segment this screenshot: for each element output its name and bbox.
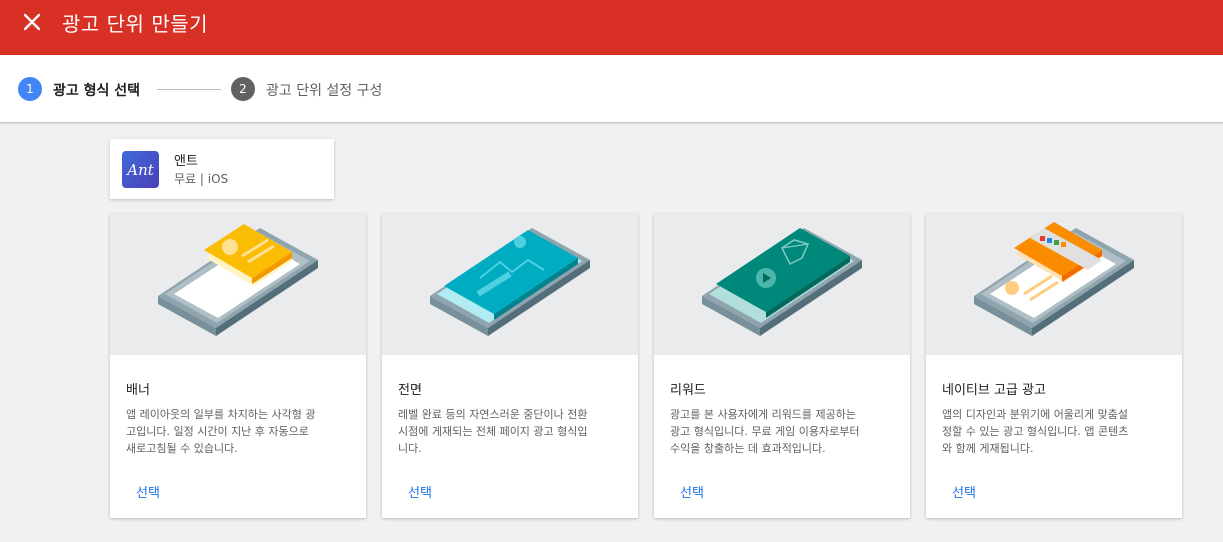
app-name: 앤트 [174,154,198,169]
format-title: 리워드 [670,383,706,398]
app-platform: 무료 | iOS [174,172,229,186]
select-banner-button[interactable]: 선택 [128,480,168,503]
step-2-label: 광고 단위 설정 구성 [266,83,383,99]
format-description: 레벨 완료 등의 자연스러운 중단이나 전환 시점에 게재되는 전체 페이지 광… [398,408,588,455]
close-button[interactable] [14,4,50,40]
native-illustration [926,214,1182,355]
close-icon [23,13,41,31]
banner-illustration [110,214,366,355]
stepper: 1 광고 형식 선택 2 광고 단위 설정 구성 [0,55,1223,123]
app-icon: Ant [122,151,159,188]
format-title: 배너 [126,383,150,398]
select-interstitial-button[interactable]: 선택 [400,480,440,503]
format-card-rewarded[interactable]: 리워드 광고를 본 사용자에게 리워드를 제공하는 광고 형식입니다. 무료 게… [654,214,910,518]
step-1-label: 광고 형식 선택 [53,83,141,99]
format-title: 네이티브 고급 광고 [942,383,1046,398]
format-card-banner[interactable]: 배너 앱 레이아웃의 일부를 차지하는 사각형 광 고입니다. 일정 시간이 지… [110,214,366,518]
format-title: 전면 [398,383,422,398]
step-1-number: 1 [18,77,42,101]
select-rewarded-button[interactable]: 선택 [672,480,712,503]
step-connector [157,89,221,90]
interstitial-illustration [382,214,638,355]
top-bar: 광고 단위 만들기 [0,0,1223,55]
select-native-button[interactable]: 선택 [944,480,984,503]
format-description: 광고를 본 사용자에게 리워드를 제공하는 광고 형식입니다. 무료 게임 이용… [670,408,860,455]
format-description: 앱 레이아웃의 일부를 차지하는 사각형 광 고입니다. 일정 시간이 지난 후… [126,408,316,455]
format-description: 앱의 디자인과 분위기에 어울리게 맞춤설 정할 수 있는 광고 형식입니다. … [942,408,1129,455]
format-card-interstitial[interactable]: 전면 레벨 완료 등의 자연스러운 중단이나 전환 시점에 게재되는 전체 페이… [382,214,638,518]
selected-app-card: Ant 앤트 무료 | iOS [110,139,334,199]
rewarded-illustration [654,214,910,355]
page-title: 광고 단위 만들기 [62,12,209,36]
format-card-native[interactable]: 네이티브 고급 광고 앱의 디자인과 분위기에 어울리게 맞춤설 정할 수 있는… [926,214,1182,518]
step-2-number: 2 [231,77,255,101]
